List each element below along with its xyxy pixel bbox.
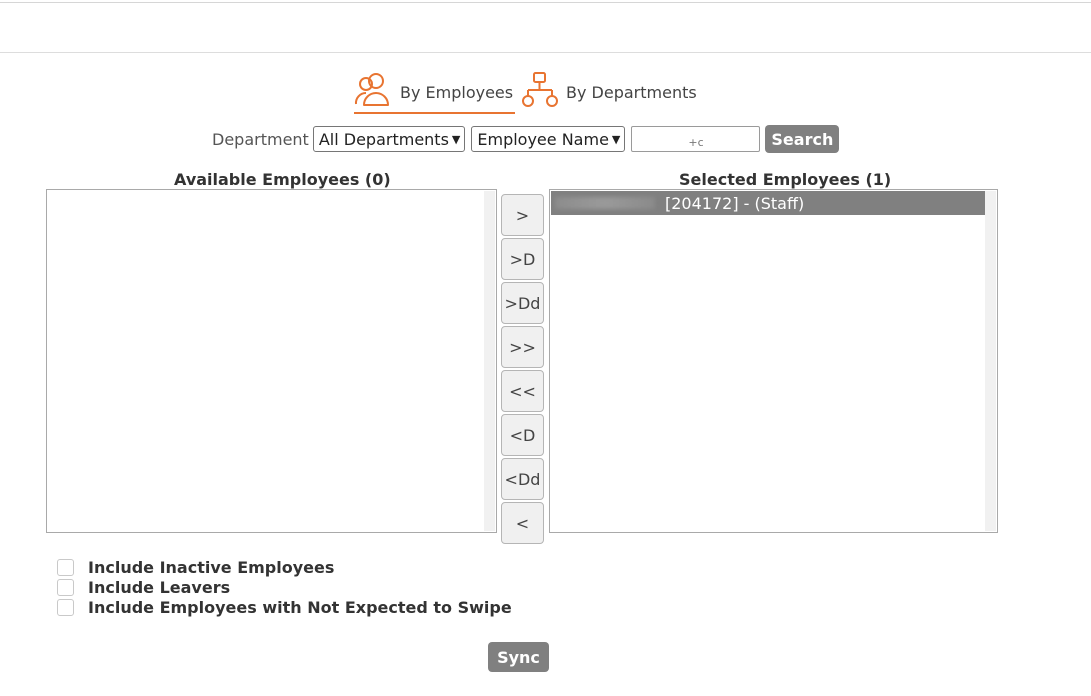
move-department-descendants-left-button[interactable]: <Dd bbox=[501, 458, 544, 500]
department-select-value: All Departments bbox=[318, 129, 449, 149]
include-leavers-checkbox[interactable] bbox=[57, 578, 74, 596]
search-field-select[interactable]: Employee Name ▼ bbox=[471, 126, 626, 152]
tab-by-employees[interactable]: By Employees bbox=[354, 70, 516, 114]
selected-employees-title: Selected Employees (1) bbox=[679, 170, 892, 189]
filter-row: Department All Departments ▼ Employee Na… bbox=[212, 125, 840, 153]
tab-by-employees-label: By Employees bbox=[400, 82, 514, 102]
include-not-expected-to-swipe-checkbox[interactable] bbox=[57, 598, 74, 616]
move-all-right-button[interactable]: >> bbox=[501, 326, 544, 368]
include-inactive-option[interactable]: Include Inactive Employees bbox=[57, 557, 334, 577]
sync-button[interactable]: Sync bbox=[488, 642, 549, 672]
available-list-scrollbar[interactable] bbox=[484, 191, 495, 531]
move-selected-left-button[interactable]: < bbox=[501, 502, 544, 544]
list-item-label: [204172] - (Staff) bbox=[665, 193, 805, 213]
tab-by-departments-label: By Departments bbox=[566, 82, 697, 102]
org-chart-icon bbox=[520, 71, 560, 113]
selected-list-scrollbar[interactable] bbox=[985, 191, 996, 531]
move-department-right-button[interactable]: >D bbox=[501, 238, 544, 280]
top-divider bbox=[0, 2, 1091, 3]
move-department-left-button[interactable]: <D bbox=[501, 414, 544, 456]
chevron-down-icon: ▼ bbox=[611, 132, 621, 146]
redacted-name bbox=[555, 197, 655, 209]
list-item[interactable]: [204172] - (Staff) bbox=[551, 191, 986, 215]
include-leavers-option[interactable]: Include Leavers bbox=[57, 577, 230, 597]
available-employees-title: Available Employees (0) bbox=[174, 170, 391, 189]
users-icon bbox=[354, 71, 394, 113]
available-employees-list[interactable] bbox=[46, 189, 497, 533]
department-select[interactable]: All Departments ▼ bbox=[312, 126, 466, 152]
selected-employees-list[interactable]: [204172] - (Staff) bbox=[549, 189, 998, 533]
chevron-down-icon: ▼ bbox=[451, 132, 461, 146]
search-field-select-value: Employee Name bbox=[477, 129, 609, 149]
active-tab-underline bbox=[354, 112, 516, 114]
move-selected-right-button[interactable]: > bbox=[501, 194, 544, 236]
search-input-value: +c bbox=[688, 136, 704, 149]
include-inactive-label: Include Inactive Employees bbox=[88, 557, 335, 577]
header-divider bbox=[0, 52, 1091, 53]
search-button[interactable]: Search bbox=[765, 125, 840, 153]
include-inactive-checkbox[interactable] bbox=[57, 558, 74, 576]
search-input[interactable]: +c bbox=[631, 126, 761, 152]
include-leavers-label: Include Leavers bbox=[88, 577, 231, 597]
tab-by-departments[interactable]: By Departments bbox=[520, 70, 697, 114]
include-not-expected-to-swipe-option[interactable]: Include Employees with Not Expected to S… bbox=[57, 597, 512, 617]
move-department-descendants-right-button[interactable]: >Dd bbox=[501, 282, 544, 324]
move-all-left-button[interactable]: << bbox=[501, 370, 544, 412]
include-not-expected-to-swipe-label: Include Employees with Not Expected to S… bbox=[88, 597, 512, 617]
department-label: Department bbox=[212, 129, 309, 149]
